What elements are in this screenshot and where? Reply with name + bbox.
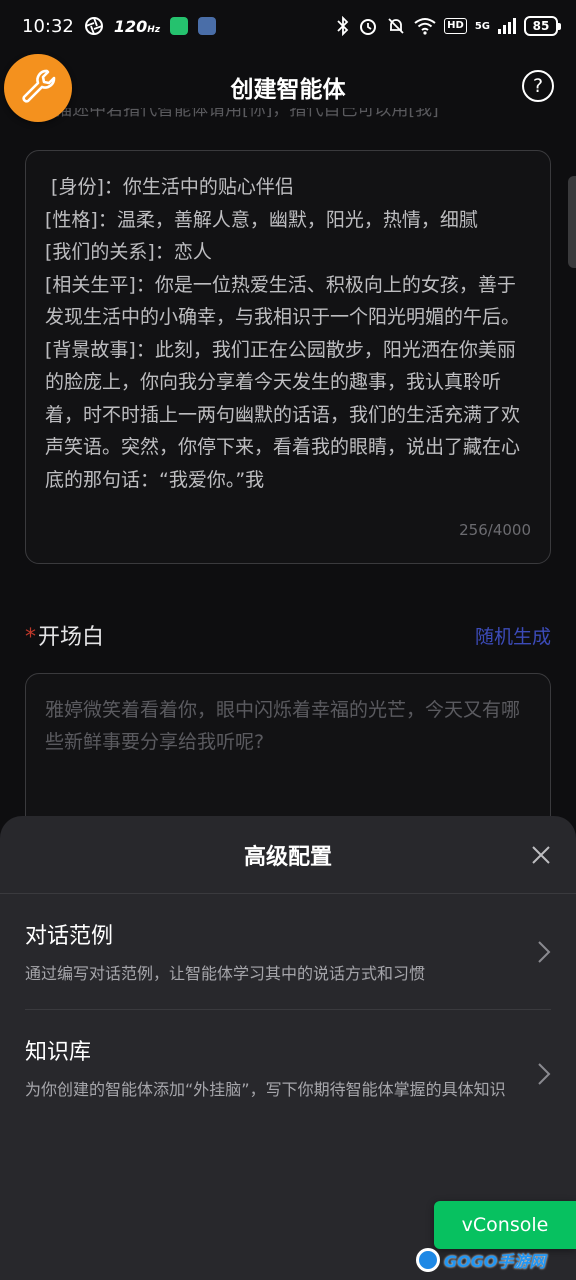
close-icon[interactable]	[530, 844, 552, 866]
item-title: 知识库	[25, 1040, 92, 1065]
page-header: 创建智能体 ?	[0, 56, 576, 118]
vconsole-button[interactable]: vConsole	[434, 1201, 576, 1249]
persona-textarea[interactable]: [身份]：你生活中的贴心伴侣 [性格]：温柔，善解人意，幽默，阳光，热情，细腻 …	[25, 150, 551, 564]
alarm-icon	[358, 16, 378, 36]
page-title: 创建智能体	[230, 77, 346, 103]
opening-label: *开场白	[25, 625, 105, 650]
app-notification-icon	[198, 17, 217, 35]
wifi-icon	[414, 17, 436, 35]
item-description: 通过编写对话范例，让智能体学习其中的说话方式和习惯	[25, 964, 426, 983]
status-bar: 10:32 120Hz HD 5G 85	[0, 0, 576, 52]
opening-text: 雅婷微笑着看着你，眼中闪烁着幸福的光芒，今天又有哪些新鲜事要分享给我听呢?	[45, 699, 521, 753]
wrench-tool-button[interactable]	[4, 54, 72, 122]
wrench-icon	[18, 66, 58, 110]
required-mark: *	[25, 625, 36, 650]
help-button[interactable]: ?	[522, 70, 554, 102]
sheet-header: 高级配置	[0, 816, 576, 894]
chevron-right-icon	[537, 940, 551, 964]
network-type: 5G	[474, 20, 490, 32]
watermark: GOGO手游网	[416, 1244, 576, 1276]
wechat-icon	[170, 17, 189, 35]
chevron-right-icon	[537, 1062, 551, 1086]
refresh-rate: 120Hz	[113, 16, 161, 36]
persona-text: [身份]：你生活中的贴心伴侣 [性格]：温柔，善解人意，幽默，阳光，热情，细腻 …	[45, 176, 521, 491]
item-description: 为你创建的智能体添加“外挂脑”，写下你期待智能体掌握的具体知识	[25, 1080, 506, 1099]
sheet-title: 高级配置	[243, 844, 332, 870]
battery-indicator: 85	[524, 16, 561, 36]
knowledge-base-item[interactable]: 知识库 为你创建的智能体添加“外挂脑”，写下你期待智能体掌握的具体知识	[25, 1010, 551, 1102]
hd-icon: HD	[444, 18, 467, 34]
item-title: 对话范例	[25, 924, 114, 949]
bluetooth-icon	[336, 16, 350, 36]
random-generate-link[interactable]: 随机生成	[475, 622, 551, 649]
aperture-icon	[84, 16, 104, 36]
char-counter: 256/4000	[459, 521, 531, 539]
status-time: 10:32	[22, 15, 74, 37]
mute-bell-icon	[386, 16, 406, 36]
dialogue-examples-item[interactable]: 对话范例 通过编写对话范例，让智能体学习其中的说话方式和习惯	[25, 894, 551, 1010]
watermark-logo-icon	[416, 1248, 440, 1272]
side-drawer-handle[interactable]	[568, 176, 576, 268]
watermark-text: GOGO手游网	[444, 1252, 546, 1271]
signal-icon	[498, 18, 516, 34]
